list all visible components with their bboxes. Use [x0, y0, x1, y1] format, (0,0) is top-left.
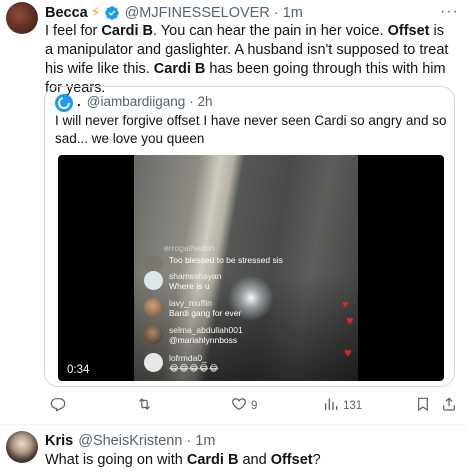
- quoted-author-name[interactable]: .: [77, 94, 81, 109]
- quoted-author-avatar[interactable]: [55, 94, 73, 112]
- floating-heart-icon: ♥: [346, 313, 354, 328]
- author-avatar[interactable]: [6, 2, 38, 34]
- reply-tweet-text: What is going on with Cardi B and Offset…: [45, 452, 321, 468]
- video-duration-badge: 0:34: [63, 359, 94, 379]
- live-comment: lavy_muffin Bardi gang for ever: [144, 298, 241, 318]
- quoted-tweet-card[interactable]: . @iambardiigang · 2h I will never forgi…: [44, 86, 455, 387]
- quoted-tweet-header: . @iambardiigang · 2h: [77, 94, 213, 109]
- more-options-icon[interactable]: ···: [440, 3, 459, 21]
- faded-comment-user: errogathedon: [164, 243, 215, 253]
- reply-author-handle[interactable]: @SheisKristenn: [78, 433, 182, 449]
- author-name[interactable]: Becca: [45, 5, 88, 21]
- floating-heart-icon: ♥: [342, 299, 349, 311]
- comment-avatar: [144, 325, 163, 344]
- quoted-tweet-text: I will never forgive offset I have never…: [55, 113, 447, 146]
- comment-avatar: [144, 353, 163, 372]
- reply-author-avatar[interactable]: [6, 431, 38, 463]
- views-button[interactable]: 131: [323, 396, 362, 415]
- bookmark-icon: [415, 396, 431, 415]
- tweet-time[interactable]: · 1m: [274, 5, 303, 21]
- views-count: 131: [343, 399, 363, 412]
- like-count: 9: [251, 399, 258, 412]
- reply-icon: [50, 396, 66, 415]
- share-button[interactable]: [441, 396, 457, 415]
- reply-author-name[interactable]: Kris: [45, 433, 73, 449]
- retweet-icon: [136, 396, 153, 415]
- reply-tweet-header: Kris @SheisKristenn · 1m: [45, 433, 215, 449]
- views-icon: [323, 396, 339, 415]
- comment-avatar: [144, 298, 163, 317]
- bookmark-button[interactable]: [415, 396, 431, 415]
- live-comment: selma_abdullah001 @mariahlynnboss: [144, 325, 243, 345]
- comment-avatar: [144, 271, 163, 290]
- like-button[interactable]: 9: [231, 396, 257, 415]
- tweet-header: Becca ⚡ @MJFINESSELOVER · 1m: [45, 4, 303, 21]
- live-comment: lofrmda0_ 😂😂😂😂😂: [144, 353, 219, 373]
- retweet-button[interactable]: [136, 396, 157, 415]
- quoted-tweet-time: · 2h: [189, 94, 213, 109]
- floating-heart-icon: ♥: [344, 345, 352, 360]
- reply-button[interactable]: [50, 396, 70, 415]
- share-icon: [441, 396, 457, 415]
- author-handle[interactable]: @MJFINESSELOVER: [125, 5, 270, 21]
- quoted-author-handle[interactable]: @iambardiigang: [87, 94, 186, 109]
- video-player[interactable]: errogathedon Too blessed to be stressed …: [58, 155, 444, 381]
- lightning-emoji: ⚡: [90, 4, 101, 20]
- reply-tweet-time[interactable]: · 1m: [186, 433, 215, 449]
- heart-icon: [231, 396, 247, 415]
- live-comment: shamsshayan Where is u: [144, 271, 221, 291]
- tweet-divider: [0, 424, 466, 425]
- verified-badge-icon: [104, 5, 120, 21]
